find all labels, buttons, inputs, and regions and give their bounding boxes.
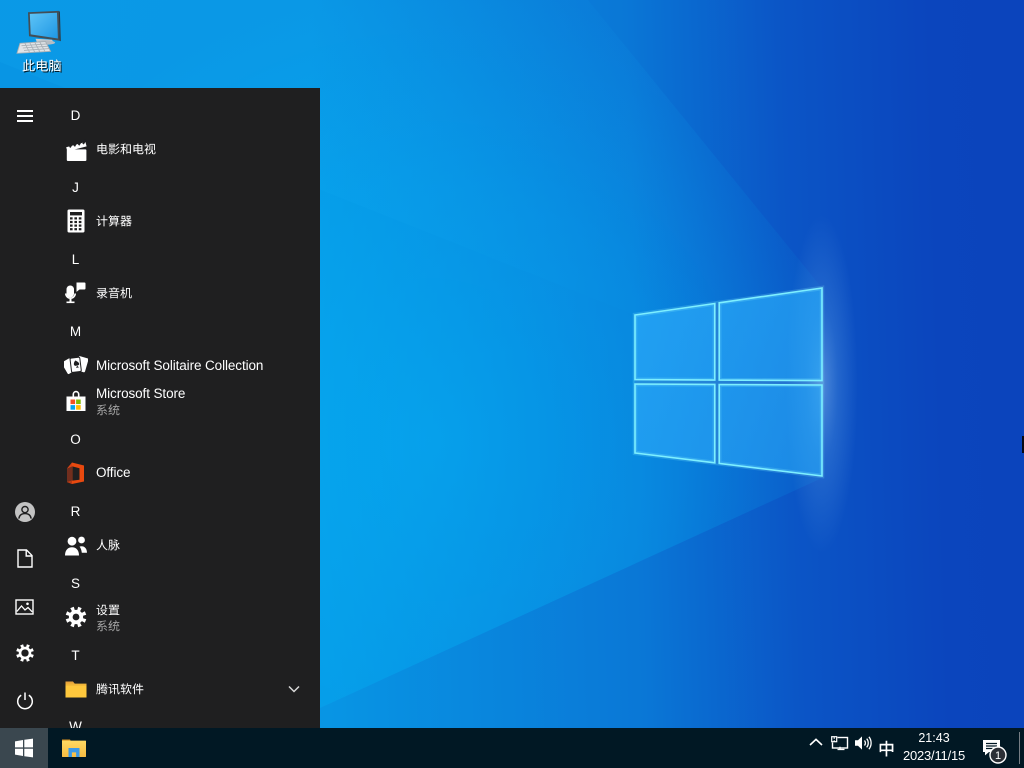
svg-text:1: 1 (995, 750, 1001, 762)
